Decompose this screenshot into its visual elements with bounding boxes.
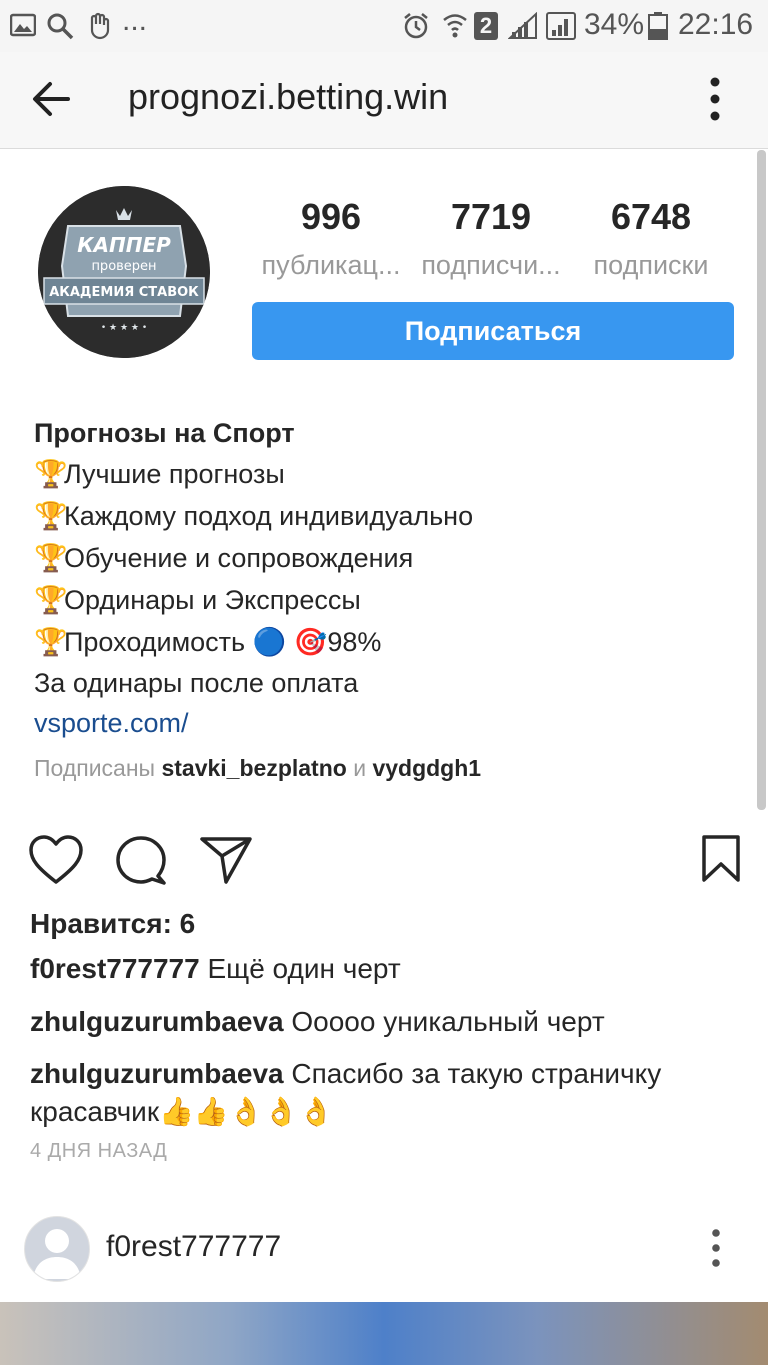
more-vertical-icon[interactable] bbox=[700, 76, 730, 122]
search-icon bbox=[47, 13, 74, 40]
wifi-icon bbox=[443, 14, 467, 38]
posts-count[interactable]: 996 bbox=[246, 196, 416, 238]
app-bar: prognozi.betting.win bbox=[0, 52, 768, 149]
comment-username[interactable]: f0rest777777 bbox=[30, 953, 200, 984]
trophy-icon: 🏆 bbox=[34, 501, 68, 531]
bio-link[interactable]: vsporte.com/ bbox=[34, 708, 189, 739]
status-bar: ... 2 34% 22:16 bbox=[0, 0, 768, 52]
comment: f0rest777777 Ещё один черт bbox=[30, 950, 730, 988]
post-timestamp: 4 ДНЯ НАЗАД bbox=[30, 1140, 168, 1162]
following-label[interactable]: подписки bbox=[566, 250, 736, 281]
avatar-stars: • ★ ★ ★ • bbox=[101, 323, 147, 333]
default-avatar-icon bbox=[33, 1229, 81, 1279]
followers-count[interactable]: 7719 bbox=[406, 196, 576, 238]
battery-icon bbox=[648, 12, 668, 40]
followed-by-user[interactable]: stavki_bezplatno bbox=[161, 755, 346, 781]
follow-button[interactable]: Подписаться bbox=[252, 302, 734, 360]
battery-percent: 34% bbox=[584, 8, 645, 41]
comment: zhulguzurumbaeva Ооооо уникальный черт bbox=[30, 1003, 730, 1041]
following-count[interactable]: 6748 bbox=[566, 196, 736, 238]
bio-line: 🏆Проходимость 🔵 🎯98% bbox=[34, 627, 382, 657]
trophy-icon: 🏆 bbox=[34, 627, 68, 657]
comment-text: Ещё один черт bbox=[207, 953, 401, 984]
share-icon[interactable] bbox=[198, 834, 254, 886]
bio-line: 🏆Лучшие прогнозы bbox=[34, 459, 285, 489]
trophy-icon: 🏆 bbox=[34, 585, 68, 615]
trophy-icon: 🏆 bbox=[34, 543, 68, 573]
avatar-line2: проверен bbox=[91, 259, 156, 274]
avatar[interactable]: КАППЕР проверен АКАДЕМИЯ СТАВОК • ★ ★ ★ … bbox=[38, 186, 210, 358]
signal-icon bbox=[546, 12, 576, 40]
comment-username[interactable]: zhulguzurumbaeva bbox=[30, 1006, 284, 1037]
bio-extra-line: За одинары после оплата bbox=[34, 668, 359, 698]
posts-label[interactable]: публикац... bbox=[246, 250, 416, 281]
signal-icon bbox=[508, 12, 537, 39]
post-image[interactable] bbox=[0, 1302, 768, 1365]
back-arrow-icon[interactable] bbox=[30, 78, 72, 120]
likes-count[interactable]: Нравится: 6 bbox=[30, 908, 195, 940]
heart-icon[interactable] bbox=[28, 834, 84, 886]
notification-dots: ... bbox=[122, 4, 148, 37]
followed-by-user[interactable]: vydgdgh1 bbox=[372, 755, 481, 781]
scrollbar[interactable] bbox=[757, 150, 766, 810]
more-vertical-icon[interactable] bbox=[704, 1228, 728, 1268]
avatar[interactable] bbox=[24, 1216, 90, 1282]
sim-badge: 2 bbox=[474, 12, 498, 40]
gallery-icon bbox=[10, 13, 36, 37]
bio-line: 🏆Обучение и сопровождения bbox=[34, 543, 414, 573]
post-author-username[interactable]: f0rest777777 bbox=[106, 1230, 281, 1264]
comment-icon[interactable] bbox=[114, 834, 168, 886]
followed-by: Подписаны stavki_bezplatno и vydgdgh1 bbox=[34, 755, 482, 781]
avatar-badge: КАППЕР проверен АКАДЕМИЯ СТАВОК • ★ ★ ★ … bbox=[38, 186, 210, 358]
page-title: prognozi.betting.win bbox=[128, 76, 449, 117]
bio-line: 🏆Ординары и Экспрессы bbox=[34, 585, 361, 615]
alarm-icon bbox=[404, 13, 428, 39]
avatar-line3: АКАДЕМИЯ СТАВОК bbox=[49, 285, 199, 300]
trophy-icon: 🏆 bbox=[34, 459, 68, 489]
comment-username[interactable]: zhulguzurumbaeva bbox=[30, 1058, 284, 1089]
comment-text: Ооооо уникальный черт bbox=[291, 1006, 605, 1037]
bookmark-icon[interactable] bbox=[700, 834, 742, 884]
bio-line: 🏆Каждому подход индивидуально bbox=[34, 501, 474, 531]
comment: zhulguzurumbaeva Спасибо за такую страни… bbox=[30, 1055, 730, 1131]
avatar-line1: КАППЕР bbox=[77, 233, 171, 257]
hand-icon bbox=[90, 12, 110, 40]
clock: 22:16 bbox=[678, 8, 754, 41]
followers-label[interactable]: подписчи... bbox=[406, 250, 576, 281]
bio-name: Прогнозы на Спорт bbox=[34, 418, 295, 448]
